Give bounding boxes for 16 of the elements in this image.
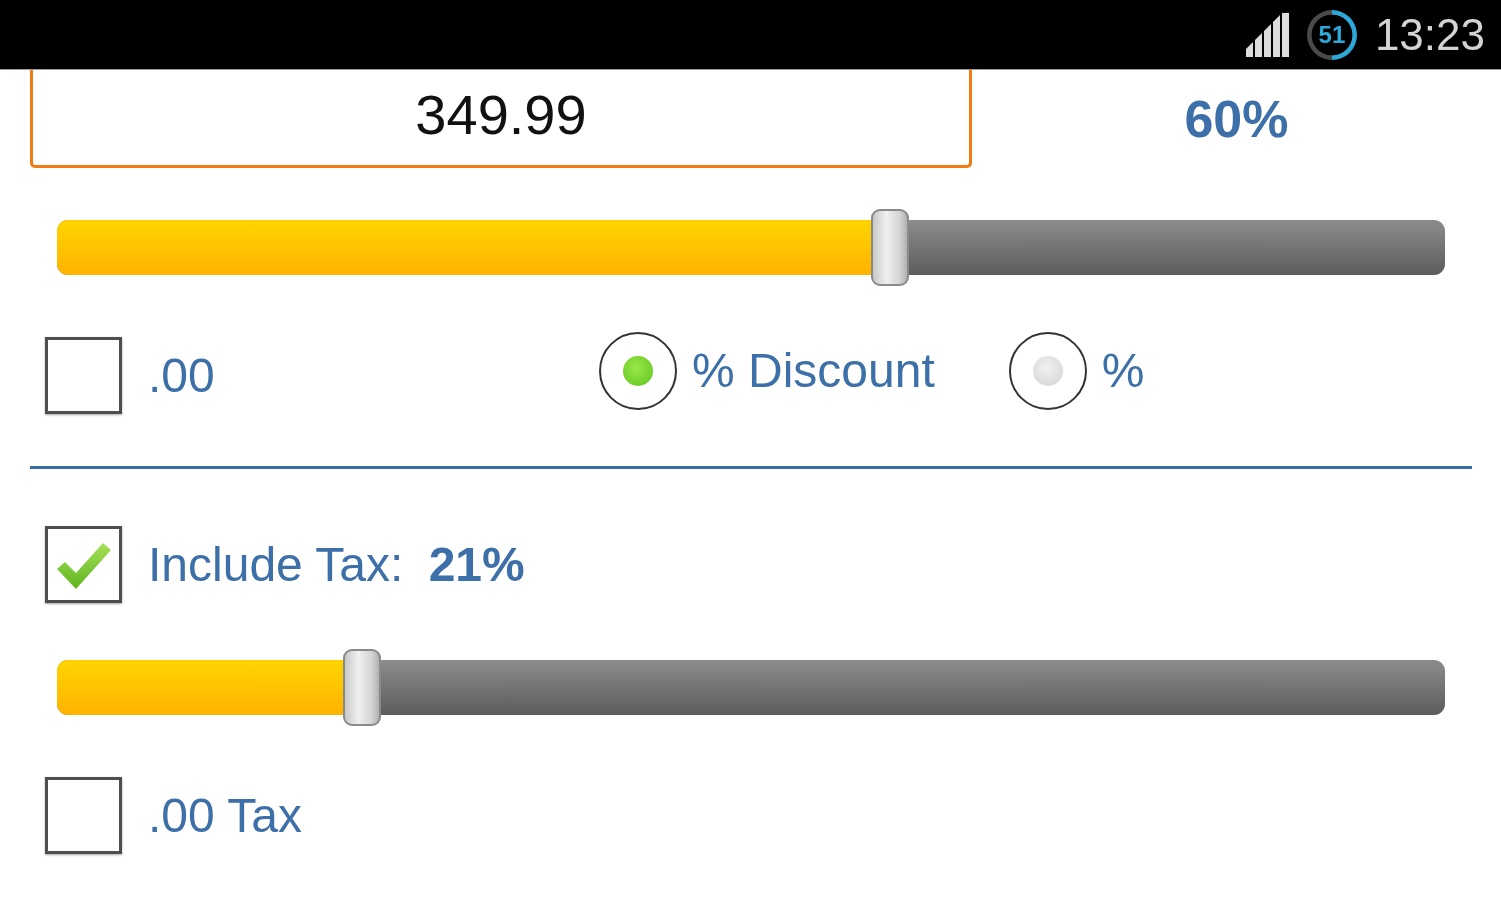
discount-percent: 60% — [1184, 89, 1289, 149]
checkbox[interactable] — [45, 526, 122, 603]
checkbox[interactable] — [45, 777, 122, 854]
check-icon — [56, 542, 111, 589]
price-input-field[interactable]: 349.99 — [30, 70, 972, 168]
radio-label: % — [1101, 343, 1145, 398]
slider-thumb[interactable] — [343, 649, 382, 726]
battery-indicator: 51 — [1306, 9, 1357, 60]
radio-label: % Discount — [692, 343, 935, 398]
signal-icon — [1245, 12, 1290, 57]
checkbox[interactable] — [45, 337, 122, 414]
clock-time: 13:23 — [1374, 9, 1485, 60]
checkbox-label: Include Tax: 21% — [148, 537, 525, 592]
checkbox-label: .00 Tax — [148, 788, 302, 843]
checkbox-label: .00 — [148, 348, 215, 403]
slider-thumb[interactable] — [870, 209, 909, 286]
